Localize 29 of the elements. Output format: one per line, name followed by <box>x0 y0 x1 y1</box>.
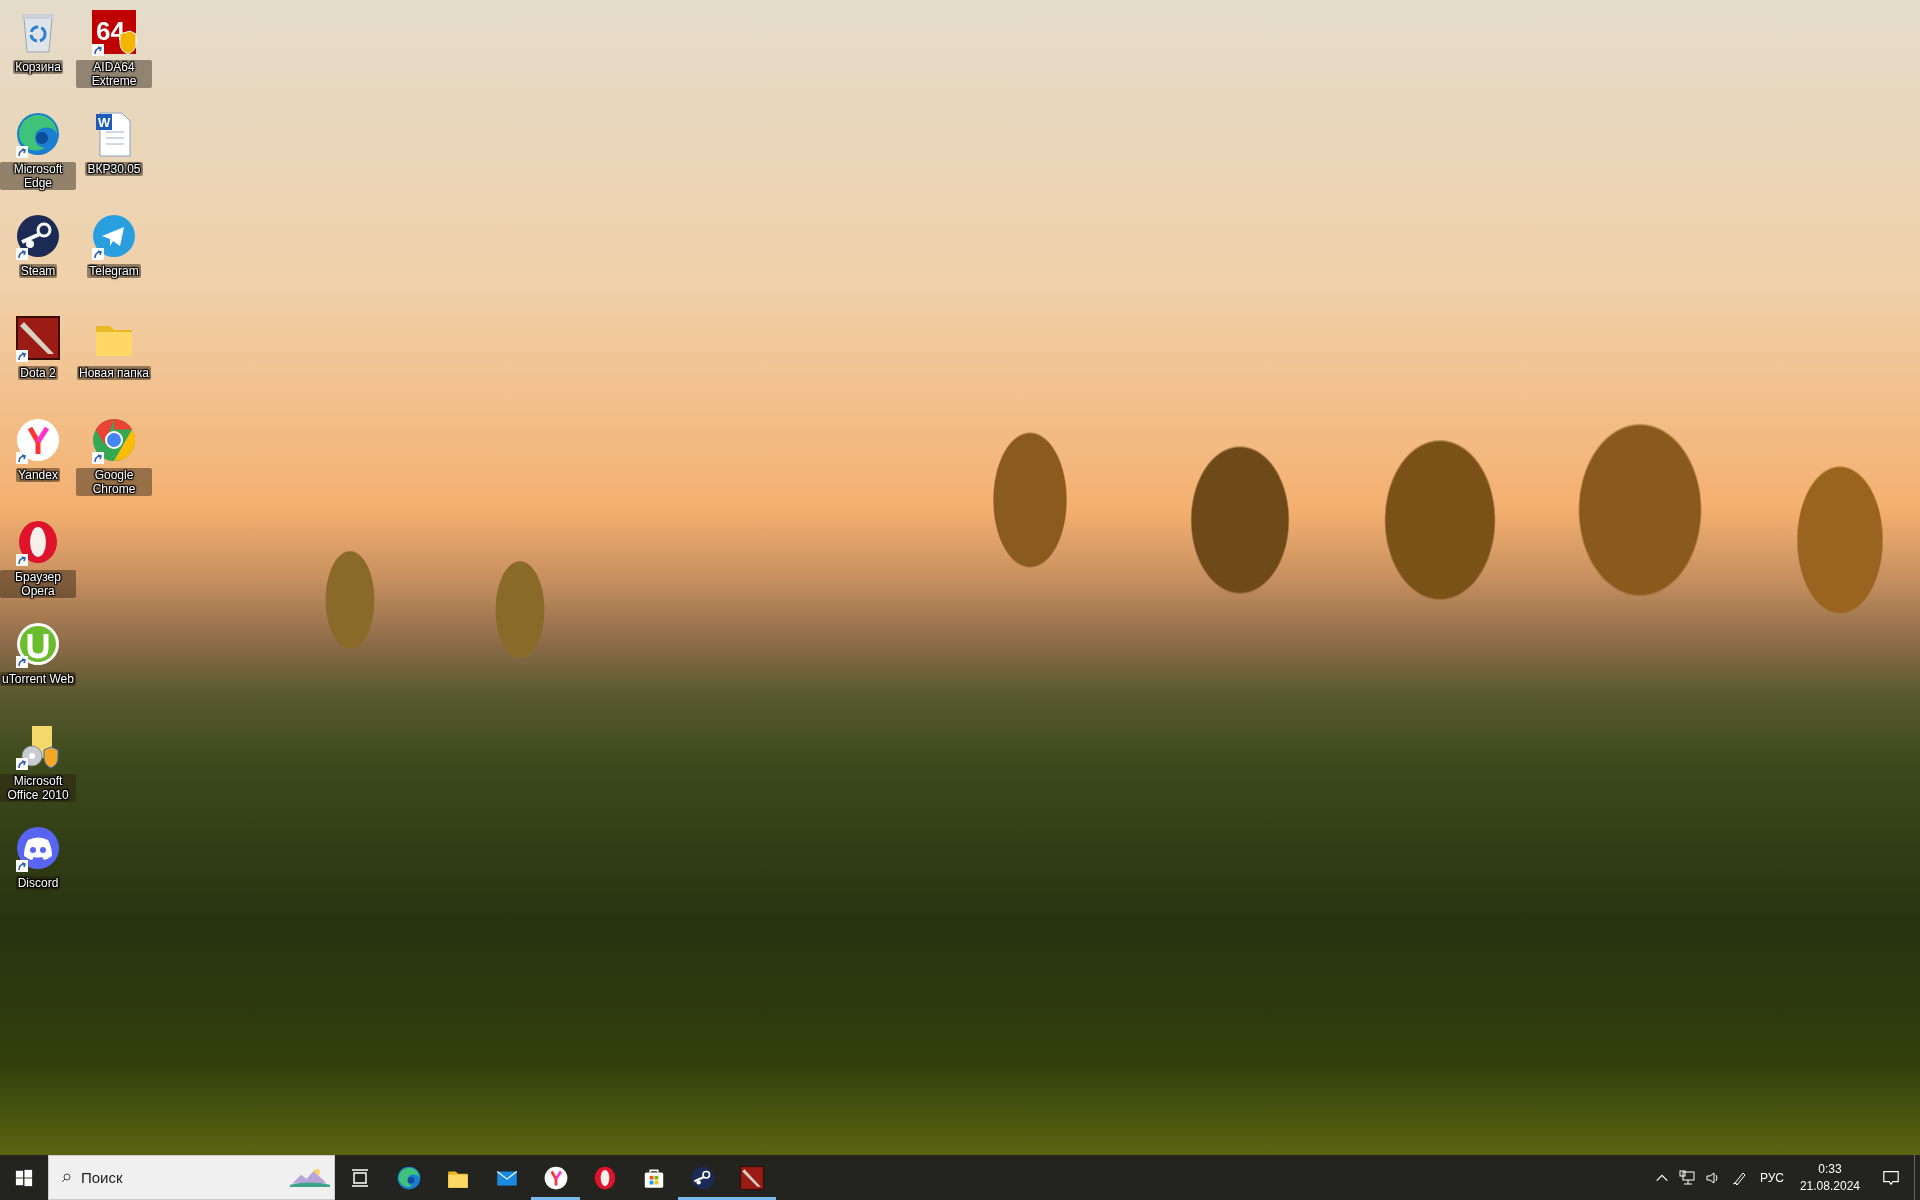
desktop-shortcut[interactable]: Браузер Opera <box>0 514 76 616</box>
swirl-logo-icon <box>14 110 62 158</box>
y-logo-icon <box>14 416 62 464</box>
desktop-shortcut[interactable]: Telegram <box>76 208 152 310</box>
windows-logo-icon <box>15 1168 33 1187</box>
desktop-shortcut[interactable]: uTorrent Web <box>0 616 76 718</box>
language-button[interactable]: РУС <box>1751 1155 1792 1200</box>
paper-plane-icon <box>90 212 138 260</box>
desktop-shortcut[interactable]: Dota 2 <box>0 310 76 412</box>
desktop-shortcut[interactable]: Discord <box>0 820 76 922</box>
desktop-shortcut[interactable]: Microsoft Edge <box>0 106 76 208</box>
desktop-shortcut[interactable]: Корзина <box>0 4 76 106</box>
circle-logo-icon <box>90 416 138 464</box>
search-field[interactable]: Поиск <box>81 1169 280 1186</box>
network-icon <box>1678 1169 1695 1186</box>
task-view-icon <box>349 1167 370 1188</box>
desktop-shortcut[interactable]: Microsoft Office 2010 <box>0 718 76 820</box>
desktop-shortcut[interactable]: Yandex <box>0 412 76 514</box>
desktop-shortcut[interactable]: W ВКР30.05 <box>76 106 152 208</box>
speech-bubble-icon <box>1882 1168 1900 1187</box>
clock-button[interactable]: 0:33 21.08.2024 <box>1791 1155 1868 1200</box>
y-logo-icon <box>542 1164 569 1191</box>
desktop-shortcut[interactable]: Новая папка <box>76 310 152 412</box>
game-controller-logo-icon <box>14 824 62 872</box>
desktop-shortcut[interactable]: Steam <box>0 208 76 310</box>
speaker-icon <box>1704 1169 1721 1186</box>
desktop-shortcut[interactable]: Google Chrome <box>76 412 152 514</box>
swirl-logo-icon <box>395 1164 422 1191</box>
search-bar[interactable]: Поиск <box>48 1155 335 1200</box>
